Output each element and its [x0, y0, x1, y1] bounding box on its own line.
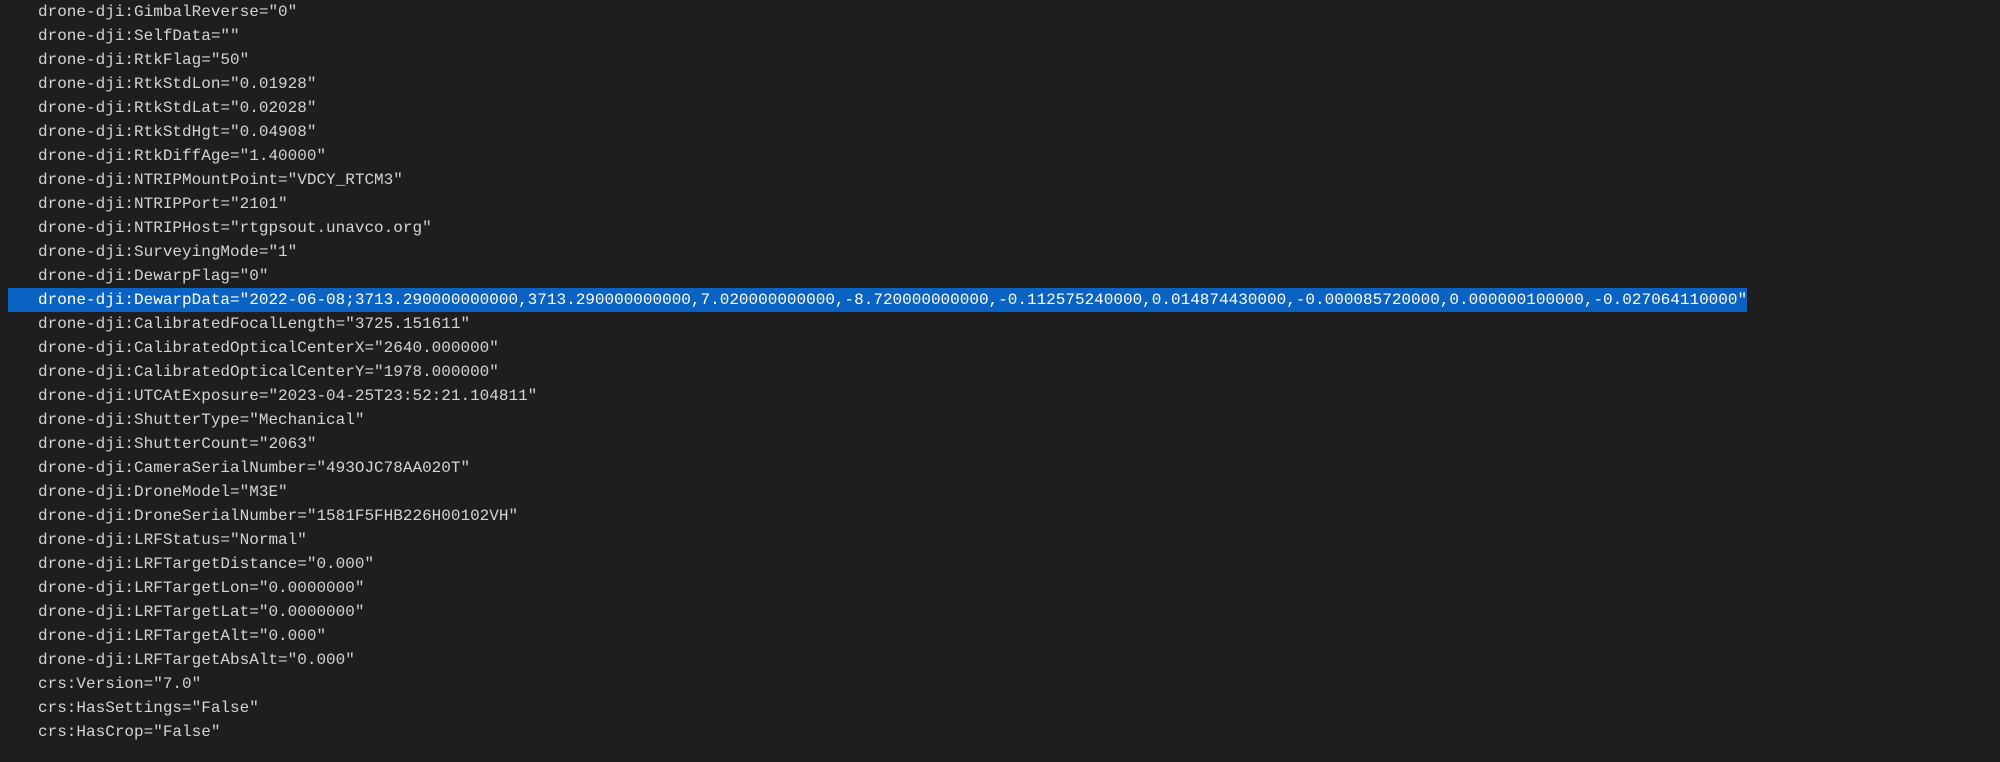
code-line[interactable]: drone-dji:NTRIPPort="2101" [0, 192, 2000, 216]
code-line[interactable]: drone-dji:DroneSerialNumber="1581F5FHB22… [0, 504, 2000, 528]
code-line[interactable]: drone-dji:RtkFlag="50" [0, 48, 2000, 72]
code-line[interactable]: crs:HasSettings="False" [0, 696, 2000, 720]
code-line[interactable]: drone-dji:RtkDiffAge="1.40000" [0, 144, 2000, 168]
code-line[interactable]: drone-dji:LRFTargetDistance="0.000" [0, 552, 2000, 576]
code-line[interactable]: crs:HasCrop="False" [0, 720, 2000, 744]
code-line[interactable]: drone-dji:RtkStdHgt="0.04908" [0, 120, 2000, 144]
code-line[interactable]: crs:Version="7.0" [0, 672, 2000, 696]
code-line[interactable]: drone-dji:LRFStatus="Normal" [0, 528, 2000, 552]
code-line[interactable]: drone-dji:ShutterCount="2063" [0, 432, 2000, 456]
code-line[interactable]: drone-dji:CalibratedOpticalCenterX="2640… [0, 336, 2000, 360]
code-line[interactable]: drone-dji:DewarpFlag="0" [0, 264, 2000, 288]
code-line[interactable]: drone-dji:CameraSerialNumber="493OJC78AA… [0, 456, 2000, 480]
code-line[interactable]: drone-dji:GimbalReverse="0" [0, 0, 2000, 24]
code-line[interactable]: drone-dji:LRFTargetLat="0.0000000" [0, 600, 2000, 624]
code-line[interactable]: drone-dji:SelfData="" [0, 24, 2000, 48]
code-line[interactable]: drone-dji:LRFTargetLon="0.0000000" [0, 576, 2000, 600]
code-line[interactable]: drone-dji:SurveyingMode="1" [0, 240, 2000, 264]
code-line[interactable]: drone-dji:LRFTargetAbsAlt="0.000" [0, 648, 2000, 672]
code-line[interactable]: drone-dji:ShutterType="Mechanical" [0, 408, 2000, 432]
code-line[interactable]: drone-dji:DewarpData="2022-06-08;3713.29… [0, 288, 2000, 312]
selected-line[interactable]: drone-dji:DewarpData="2022-06-08;3713.29… [8, 288, 1747, 312]
code-line[interactable]: drone-dji:CalibratedFocalLength="3725.15… [0, 312, 2000, 336]
code-editor[interactable]: drone-dji:GimbalReverse="0"drone-dji:Sel… [0, 0, 2000, 744]
code-line[interactable]: drone-dji:UTCAtExposure="2023-04-25T23:5… [0, 384, 2000, 408]
code-line[interactable]: drone-dji:RtkStdLat="0.02028" [0, 96, 2000, 120]
code-line[interactable]: drone-dji:NTRIPMountPoint="VDCY_RTCM3" [0, 168, 2000, 192]
code-line[interactable]: drone-dji:NTRIPHost="rtgpsout.unavco.org… [0, 216, 2000, 240]
code-line[interactable]: drone-dji:DroneModel="M3E" [0, 480, 2000, 504]
code-line[interactable]: drone-dji:CalibratedOpticalCenterY="1978… [0, 360, 2000, 384]
code-line[interactable]: drone-dji:LRFTargetAlt="0.000" [0, 624, 2000, 648]
code-line[interactable]: drone-dji:RtkStdLon="0.01928" [0, 72, 2000, 96]
